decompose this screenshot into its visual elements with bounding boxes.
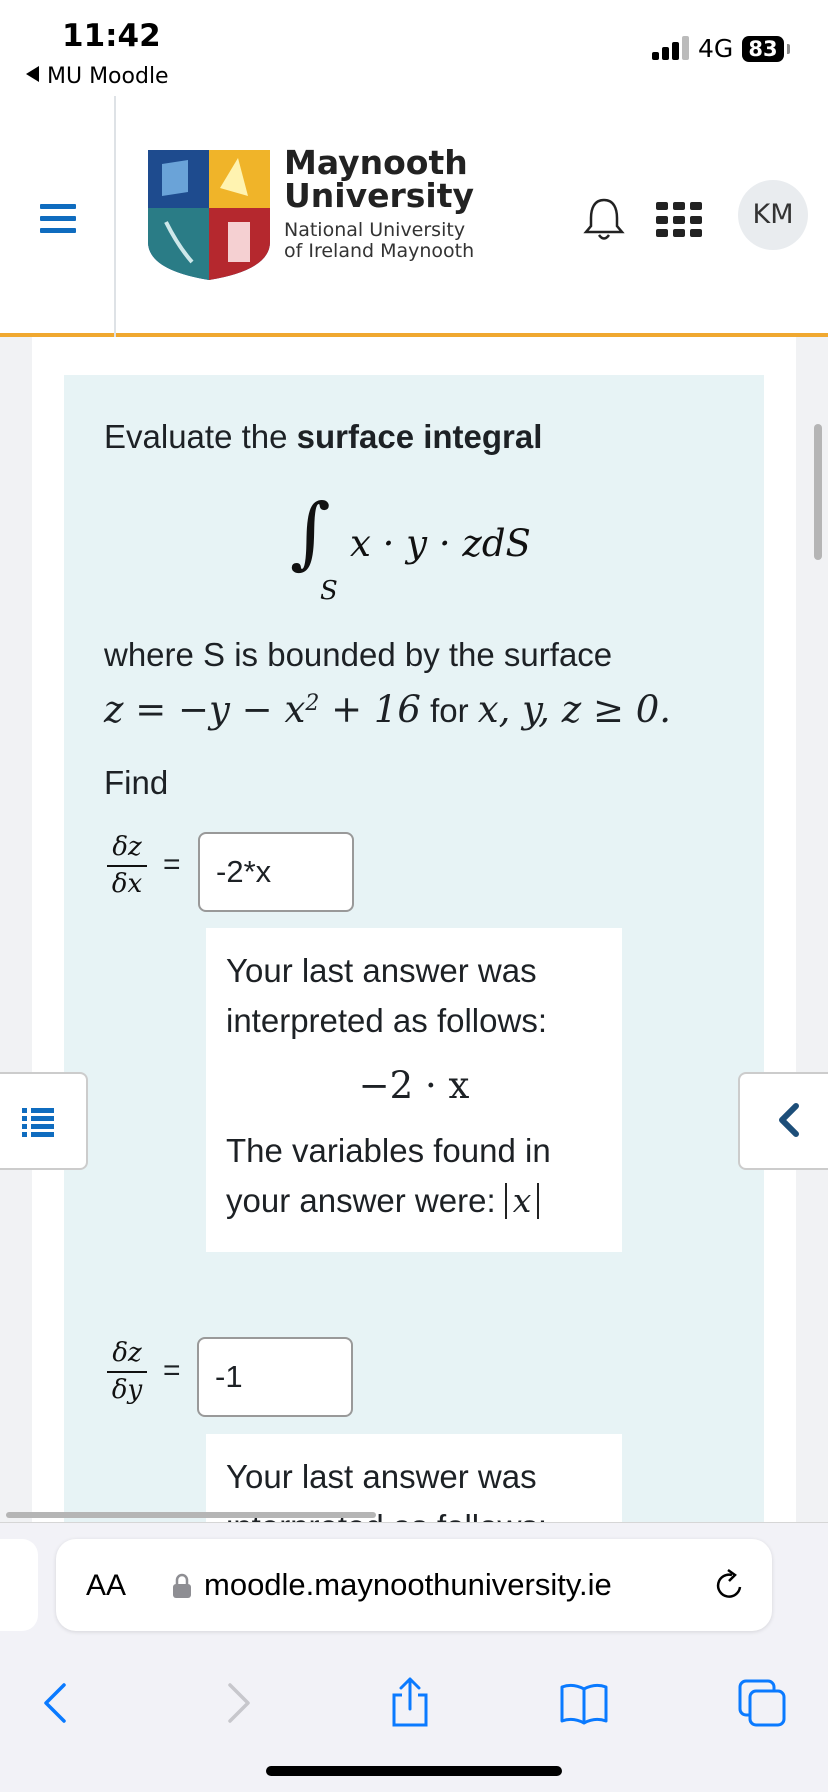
- variables-text: The variables found in: [226, 1132, 551, 1169]
- intro-bold: surface integral: [296, 418, 543, 455]
- feedback-text: interpreted as follows:: [226, 1002, 547, 1039]
- interpreted-answer: −2 · x: [358, 1064, 470, 1107]
- integral-formula: ∫ S x · y · zdS: [290, 488, 550, 608]
- university-name: Maynooth University National University …: [284, 146, 474, 262]
- block-drawer-toggle[interactable]: [738, 1072, 828, 1170]
- logo-sub2: of Ireland Maynooth: [284, 240, 475, 262]
- feedback-box-1: Your last answer was interpreted as foll…: [206, 928, 622, 1252]
- menu-icon[interactable]: [40, 204, 76, 240]
- chevron-left-icon: [779, 1103, 799, 1137]
- answer-input-dzdx[interactable]: -2*x: [198, 832, 354, 912]
- lock-icon: [173, 1573, 191, 1598]
- equals-sign: =: [163, 1354, 181, 1387]
- logo-line1: Maynooth: [284, 143, 468, 182]
- site-header: Maynooth University National University …: [0, 96, 828, 337]
- variables-line: your answer were: x: [226, 1176, 602, 1226]
- user-avatar[interactable]: KM: [738, 180, 808, 250]
- vertical-scrollbar[interactable]: [814, 424, 822, 560]
- derivative-dz-dy: δz δy: [107, 1338, 147, 1405]
- question-intro: Evaluate the surface integral: [104, 418, 543, 455]
- derivative-dz-dx: δz δx: [107, 832, 147, 899]
- reload-icon[interactable]: [712, 1567, 746, 1603]
- find-label: Find: [104, 764, 169, 801]
- notification-bell-icon[interactable]: [582, 196, 626, 242]
- integral-sign: ∫: [290, 488, 331, 578]
- university-crest-logo[interactable]: [148, 150, 270, 280]
- url-text[interactable]: moodle.maynoothuniversity.ie: [204, 1567, 612, 1603]
- tabs-icon[interactable]: [736, 1677, 788, 1729]
- forward-icon[interactable]: [212, 1677, 264, 1729]
- back-icon[interactable]: [30, 1677, 82, 1729]
- back-to-app-link[interactable]: MU Moodle: [26, 64, 169, 89]
- reader-settings-button[interactable]: AA: [86, 1569, 126, 1603]
- feedback-text: Your last answer was: [226, 1458, 537, 1495]
- where-text: where S is bounded by the surface: [104, 636, 613, 673]
- integral-subscript: S: [320, 576, 338, 606]
- feedback-box-2: Your last answer was interpreted as foll…: [206, 1434, 622, 1522]
- back-triangle-icon: [26, 66, 39, 82]
- course-index-toggle[interactable]: [0, 1072, 88, 1170]
- home-indicator: [266, 1766, 562, 1776]
- network-type: 4G: [698, 34, 734, 63]
- signal-icon: [652, 36, 692, 60]
- logo-line2: University: [284, 176, 475, 215]
- status-time: 11:42: [62, 18, 161, 54]
- answer-input-dzdy[interactable]: -1: [197, 1337, 353, 1417]
- horizontal-scrollbar[interactable]: [6, 1512, 376, 1518]
- list-icon: [22, 1108, 54, 1137]
- equals-sign: =: [163, 848, 181, 881]
- variables-list: x: [504, 1183, 540, 1219]
- header-divider: [114, 96, 116, 337]
- surface-equation: z = −y − x2 + 16 for x, y, z ≥ 0.: [104, 688, 672, 731]
- battery-tip: [787, 44, 790, 54]
- back-app-label: MU Moodle: [47, 64, 169, 89]
- address-bar[interactable]: AA moodle.maynoothuniversity.ie: [56, 1539, 772, 1631]
- battery-icon: 83: [742, 36, 784, 62]
- browser-toolbar: AA moodle.maynoothuniversity.ie: [0, 1522, 828, 1792]
- previous-tab-stub[interactable]: [0, 1539, 38, 1631]
- logo-sub1: National University: [284, 219, 466, 241]
- feedback-text: Your last answer was: [226, 952, 537, 989]
- bookmarks-icon[interactable]: [558, 1677, 610, 1729]
- integrand: x · y · zdS: [350, 522, 531, 565]
- share-icon[interactable]: [384, 1677, 436, 1729]
- apps-grid-icon[interactable]: [656, 202, 702, 238]
- status-bar: 11:42 MU Moodle 4G 83: [0, 0, 828, 96]
